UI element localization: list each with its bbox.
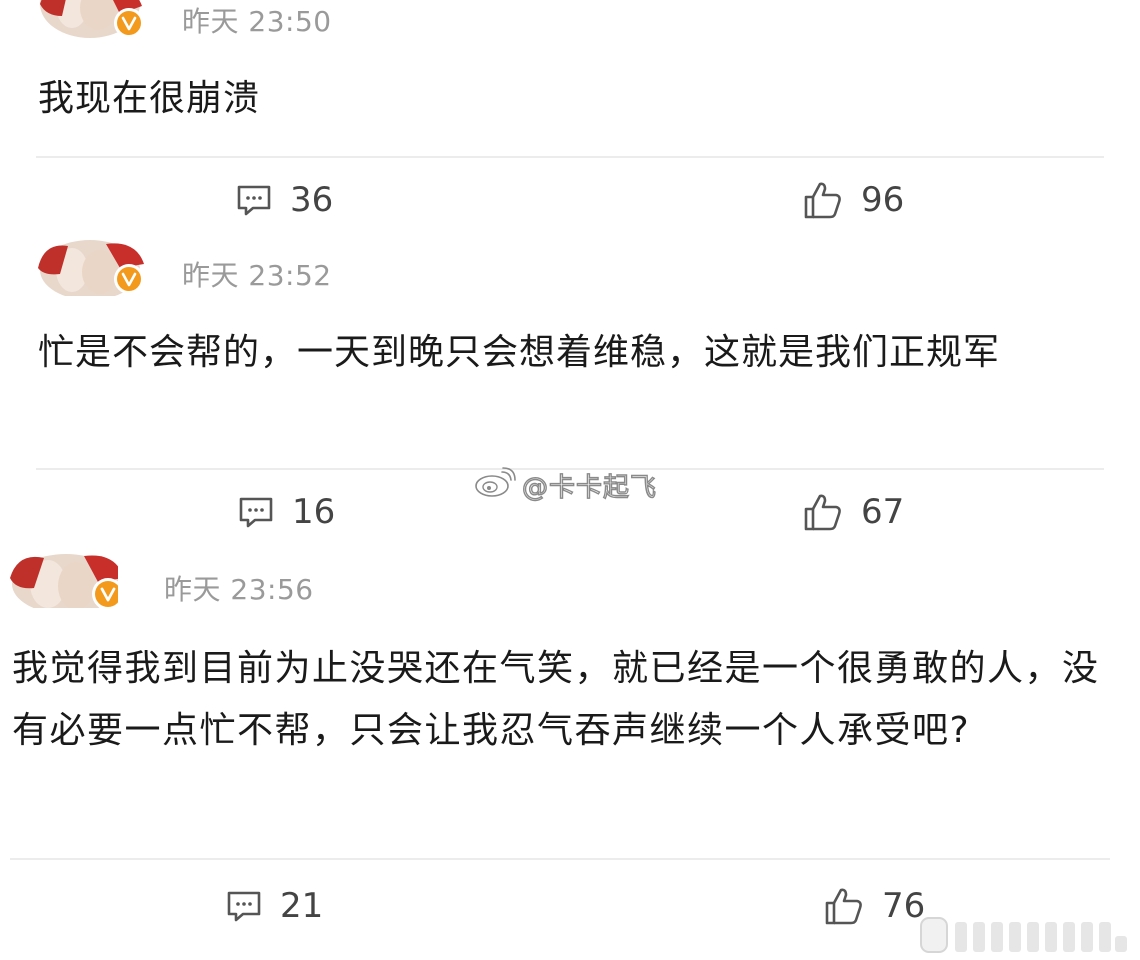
comment-count: 16 [292, 492, 336, 532]
timestamp: 昨天 23:56 [164, 573, 314, 606]
watermark-text: @卡卡起飞 [521, 472, 658, 503]
corner-watermark [915, 912, 1135, 956]
comment-count: 21 [280, 886, 324, 926]
comment-text: 我现在很崩溃 [38, 78, 261, 119]
avatar[interactable] [10, 552, 118, 608]
like-count: 96 [861, 180, 905, 220]
comment-button[interactable]: 36 [236, 180, 333, 220]
like-button[interactable]: 96 [803, 180, 904, 220]
comment-post-1: 昨天 23:50 我现在很崩溃 36 96 [0, 0, 1140, 230]
avatar[interactable] [38, 240, 146, 296]
comment-text: 我觉得我到目前为止没哭还在气笑，就已经是一个很勇敢的人，没有必要一点忙不帮，只会… [12, 648, 1100, 751]
timestamp: 昨天 23:52 [182, 259, 332, 292]
thumbs-up-icon [824, 886, 864, 926]
comment-button[interactable]: 16 [238, 492, 335, 532]
comment-count: 36 [290, 180, 334, 220]
weibo-logo-icon [474, 466, 516, 505]
comment-icon [226, 888, 262, 924]
comment-post-3: 昨天 23:56 我觉得我到目前为止没哭还在气笑，就已经是一个很勇敢的人，没有必… [0, 552, 1140, 960]
comment-icon [236, 182, 272, 218]
divider [36, 156, 1104, 158]
divider [10, 858, 1110, 860]
like-button[interactable]: 67 [803, 492, 904, 532]
like-count: 67 [861, 492, 905, 532]
comment-icon [238, 494, 274, 530]
comment-text: 忙是不会帮的，一天到晚只会想着维稳，这就是我们正规军 [38, 332, 1001, 373]
thumbs-up-icon [803, 492, 843, 532]
like-button[interactable]: 76 [824, 886, 925, 926]
timestamp: 昨天 23:50 [182, 5, 332, 38]
watermark: @卡卡起飞 [474, 466, 657, 505]
avatar[interactable] [38, 0, 146, 42]
comment-button[interactable]: 21 [226, 886, 323, 926]
thumbs-up-icon [803, 180, 843, 220]
